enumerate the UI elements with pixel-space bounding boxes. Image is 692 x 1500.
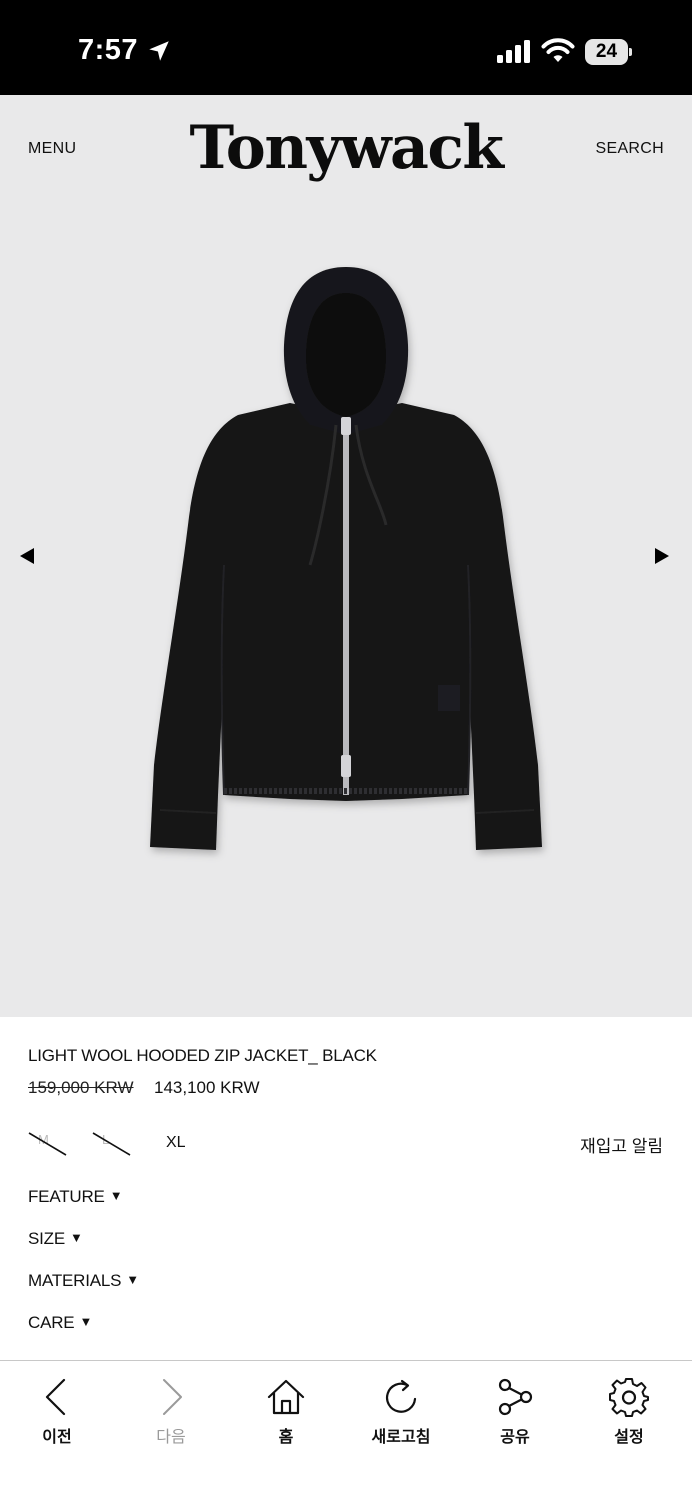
status-time: 7:57 xyxy=(78,34,139,66)
size-option-xl[interactable]: XL xyxy=(166,1134,186,1162)
home-icon xyxy=(267,1379,305,1415)
caret-down-icon: ▼ xyxy=(126,1272,139,1287)
bottom-toolbar: 이전 다음 홈 새로고침 공유 설정 xyxy=(0,1360,692,1500)
product-name: LIGHT WOOL HOODED ZIP JACKET_ BLACK xyxy=(28,1046,377,1065)
caret-down-icon: ▼ xyxy=(109,1188,123,1203)
accordion-care[interactable]: CARE ▼ xyxy=(28,1313,92,1333)
accordion-feature-label: FEATURE xyxy=(28,1187,105,1206)
share-label: 공유 xyxy=(500,1429,530,1446)
sale-price: 143,100 KRW xyxy=(154,1078,260,1097)
refresh-label: 새로고침 xyxy=(371,1429,431,1446)
triangle-left-icon[interactable] xyxy=(19,547,35,565)
sold-out-slash-icon xyxy=(28,1132,67,1156)
accordion-materials-label: MATERIALS xyxy=(28,1271,122,1290)
caret-down-icon: ▼ xyxy=(70,1230,83,1245)
location-arrow-icon xyxy=(149,41,169,61)
battery-icon: 24 xyxy=(585,39,632,65)
status-bar: 7:57 24 xyxy=(0,0,692,95)
forward-button[interactable]: 다음 xyxy=(114,1361,228,1461)
triangle-right-icon[interactable] xyxy=(654,547,670,565)
refresh-icon xyxy=(385,1379,417,1413)
share-button[interactable]: 공유 xyxy=(458,1361,572,1461)
sold-out-slash-icon xyxy=(92,1132,131,1156)
accordion-size-label: SIZE xyxy=(28,1229,65,1248)
chevron-left-icon xyxy=(45,1378,66,1416)
restock-alert-button[interactable]: 재입고 알림 xyxy=(580,1132,663,1157)
home-label: 홈 xyxy=(278,1429,294,1446)
chevron-right-icon xyxy=(163,1379,182,1415)
accordion-feature[interactable]: FEATURE ▼ xyxy=(28,1187,123,1207)
accordion-materials[interactable]: MATERIALS ▼ xyxy=(28,1271,139,1291)
original-price: 159,000 KRW xyxy=(28,1078,134,1097)
back-button[interactable]: 이전 xyxy=(0,1361,114,1461)
search-button[interactable]: SEARCH xyxy=(596,140,664,158)
gear-icon xyxy=(609,1378,649,1417)
size-option-m[interactable]: M xyxy=(28,1130,68,1158)
home-button[interactable]: 홈 xyxy=(229,1361,343,1461)
settings-button[interactable]: 설정 xyxy=(572,1361,686,1461)
accordion-size[interactable]: SIZE ▼ xyxy=(28,1229,83,1249)
back-label: 이전 xyxy=(42,1429,72,1446)
forward-label: 다음 xyxy=(156,1429,186,1446)
product-gallery: MENU Tonywack SEARCH xyxy=(0,95,692,1017)
accordion-care-label: CARE xyxy=(28,1313,75,1332)
share-icon xyxy=(498,1378,533,1416)
battery-level: 24 xyxy=(595,41,618,62)
product-image xyxy=(150,267,542,850)
caret-down-icon: ▼ xyxy=(79,1314,93,1329)
size-option-l[interactable]: L xyxy=(92,1130,132,1158)
brand-logo[interactable]: Tonywack xyxy=(0,113,692,183)
signal-icon xyxy=(497,40,530,63)
wifi-icon xyxy=(541,38,575,62)
refresh-button[interactable]: 새로고침 xyxy=(344,1361,458,1461)
settings-label: 설정 xyxy=(614,1429,644,1446)
